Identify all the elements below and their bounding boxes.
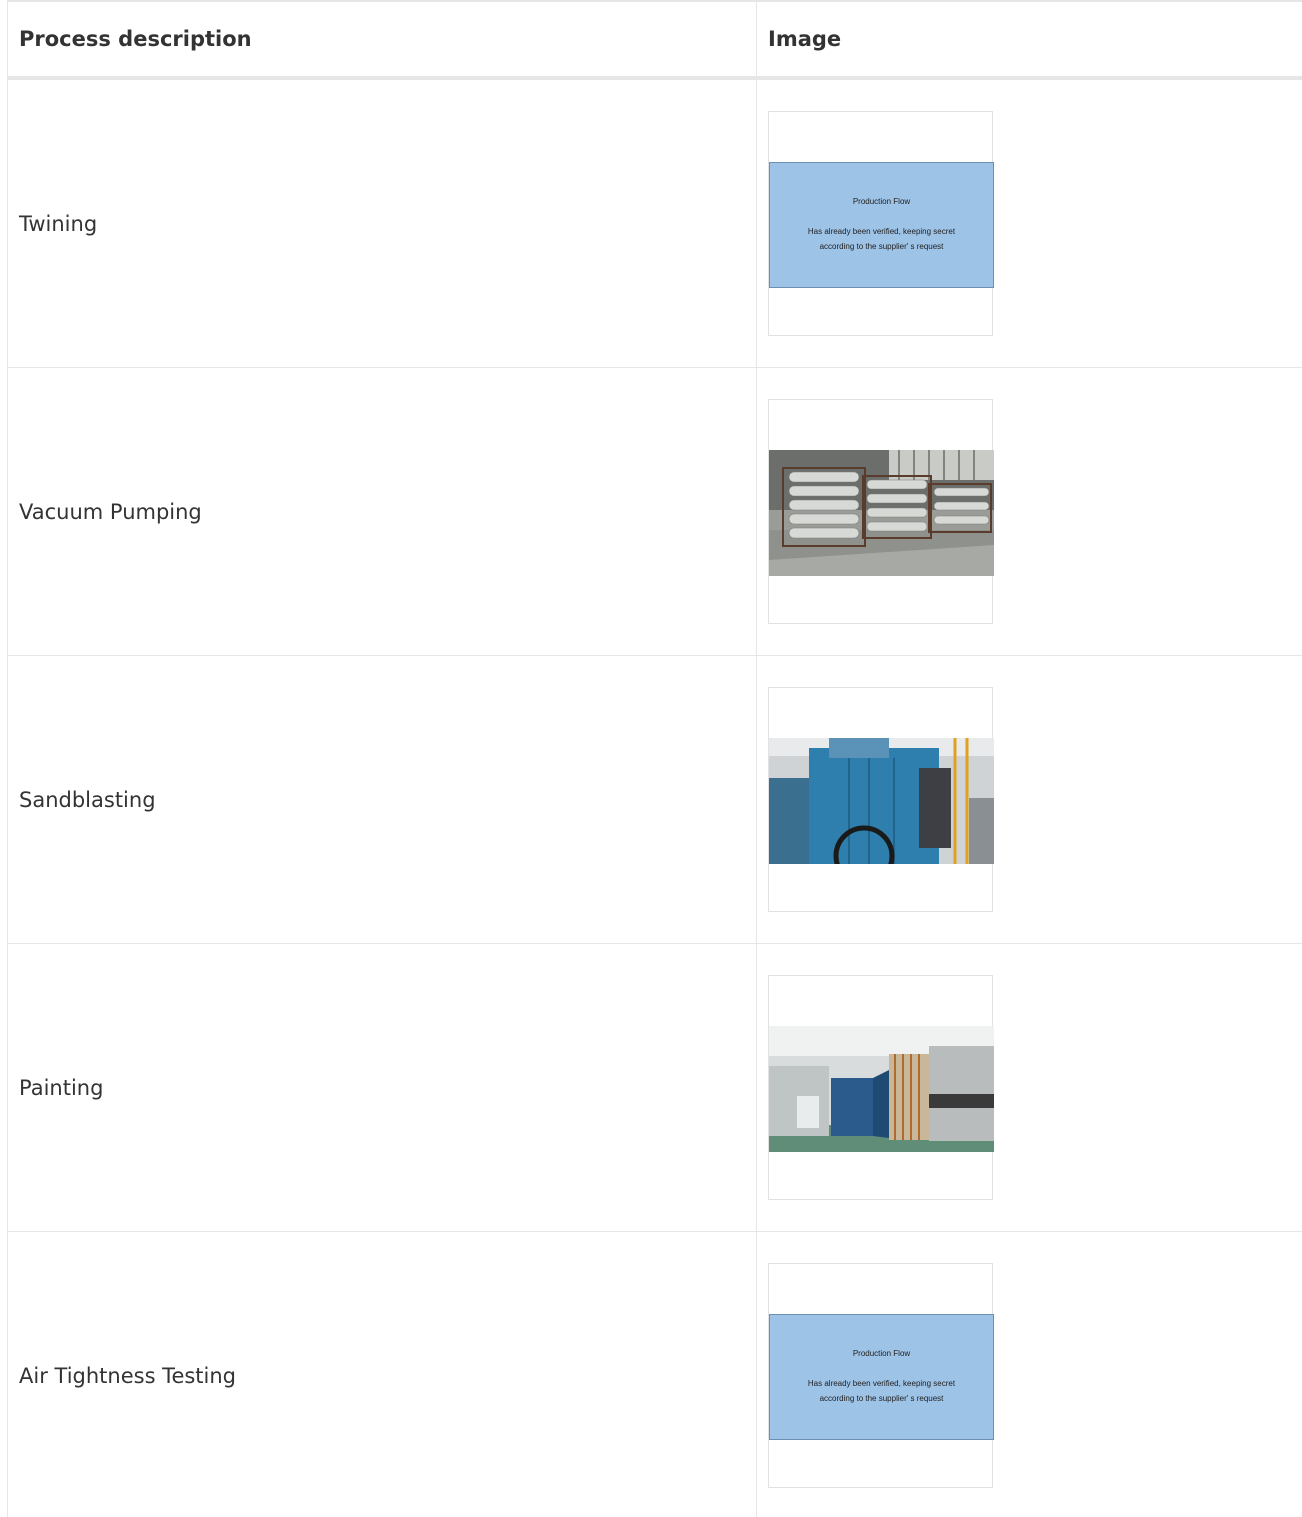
image-cell: Production Flow Has already been verifie… [756, 1231, 1302, 1517]
process-description-cell: Painting [7, 943, 757, 1232]
image-cell [756, 367, 1302, 656]
table-row: Sandblasting [7, 655, 1302, 944]
process-description-cell: Twining [7, 77, 757, 368]
image-thumbnail[interactable]: Production Flow Has already been verifie… [768, 1263, 994, 1488]
process-table-container: Process description Image Twining Produc… [7, 0, 1302, 1517]
vacuum-pumping-photo [769, 450, 994, 576]
placeholder-title: Production Flow [852, 197, 911, 206]
process-description-cell: Air Tightness Testing [7, 1231, 757, 1517]
process-table: Process description Image Twining Produc… [7, 0, 1302, 1517]
table-row: Air Tightness Testing Production Flow Ha… [7, 1231, 1302, 1517]
process-description-cell: Vacuum Pumping [7, 367, 757, 656]
image-thumbnail[interactable] [768, 687, 994, 912]
image-thumbnail[interactable] [768, 975, 994, 1200]
placeholder-image: Production Flow Has already been verifie… [769, 162, 994, 288]
table-header-row: Process description Image [7, 0, 1302, 80]
painting-photo [769, 1026, 994, 1152]
placeholder-image: Production Flow Has already been verifie… [769, 1314, 994, 1440]
table-row: Painting [7, 943, 1302, 1232]
process-description-cell: Sandblasting [7, 655, 757, 944]
header-process-description: Process description [7, 0, 757, 80]
header-image: Image [756, 0, 1302, 80]
placeholder-message: Has already been verified, keeping secre… [807, 227, 956, 251]
image-thumbnail[interactable] [768, 399, 994, 624]
placeholder-title: Production Flow [852, 1349, 911, 1358]
image-cell [756, 943, 1302, 1232]
placeholder-message: Has already been verified, keeping secre… [807, 1379, 956, 1403]
table-row: Twining Production Flow Has already been… [7, 77, 1302, 368]
sandblasting-photo [769, 738, 994, 864]
table-row: Vacuum Pumping [7, 367, 1302, 656]
image-cell: Production Flow Has already been verifie… [756, 77, 1302, 368]
image-thumbnail[interactable]: Production Flow Has already been verifie… [768, 111, 994, 336]
image-cell [756, 655, 1302, 944]
